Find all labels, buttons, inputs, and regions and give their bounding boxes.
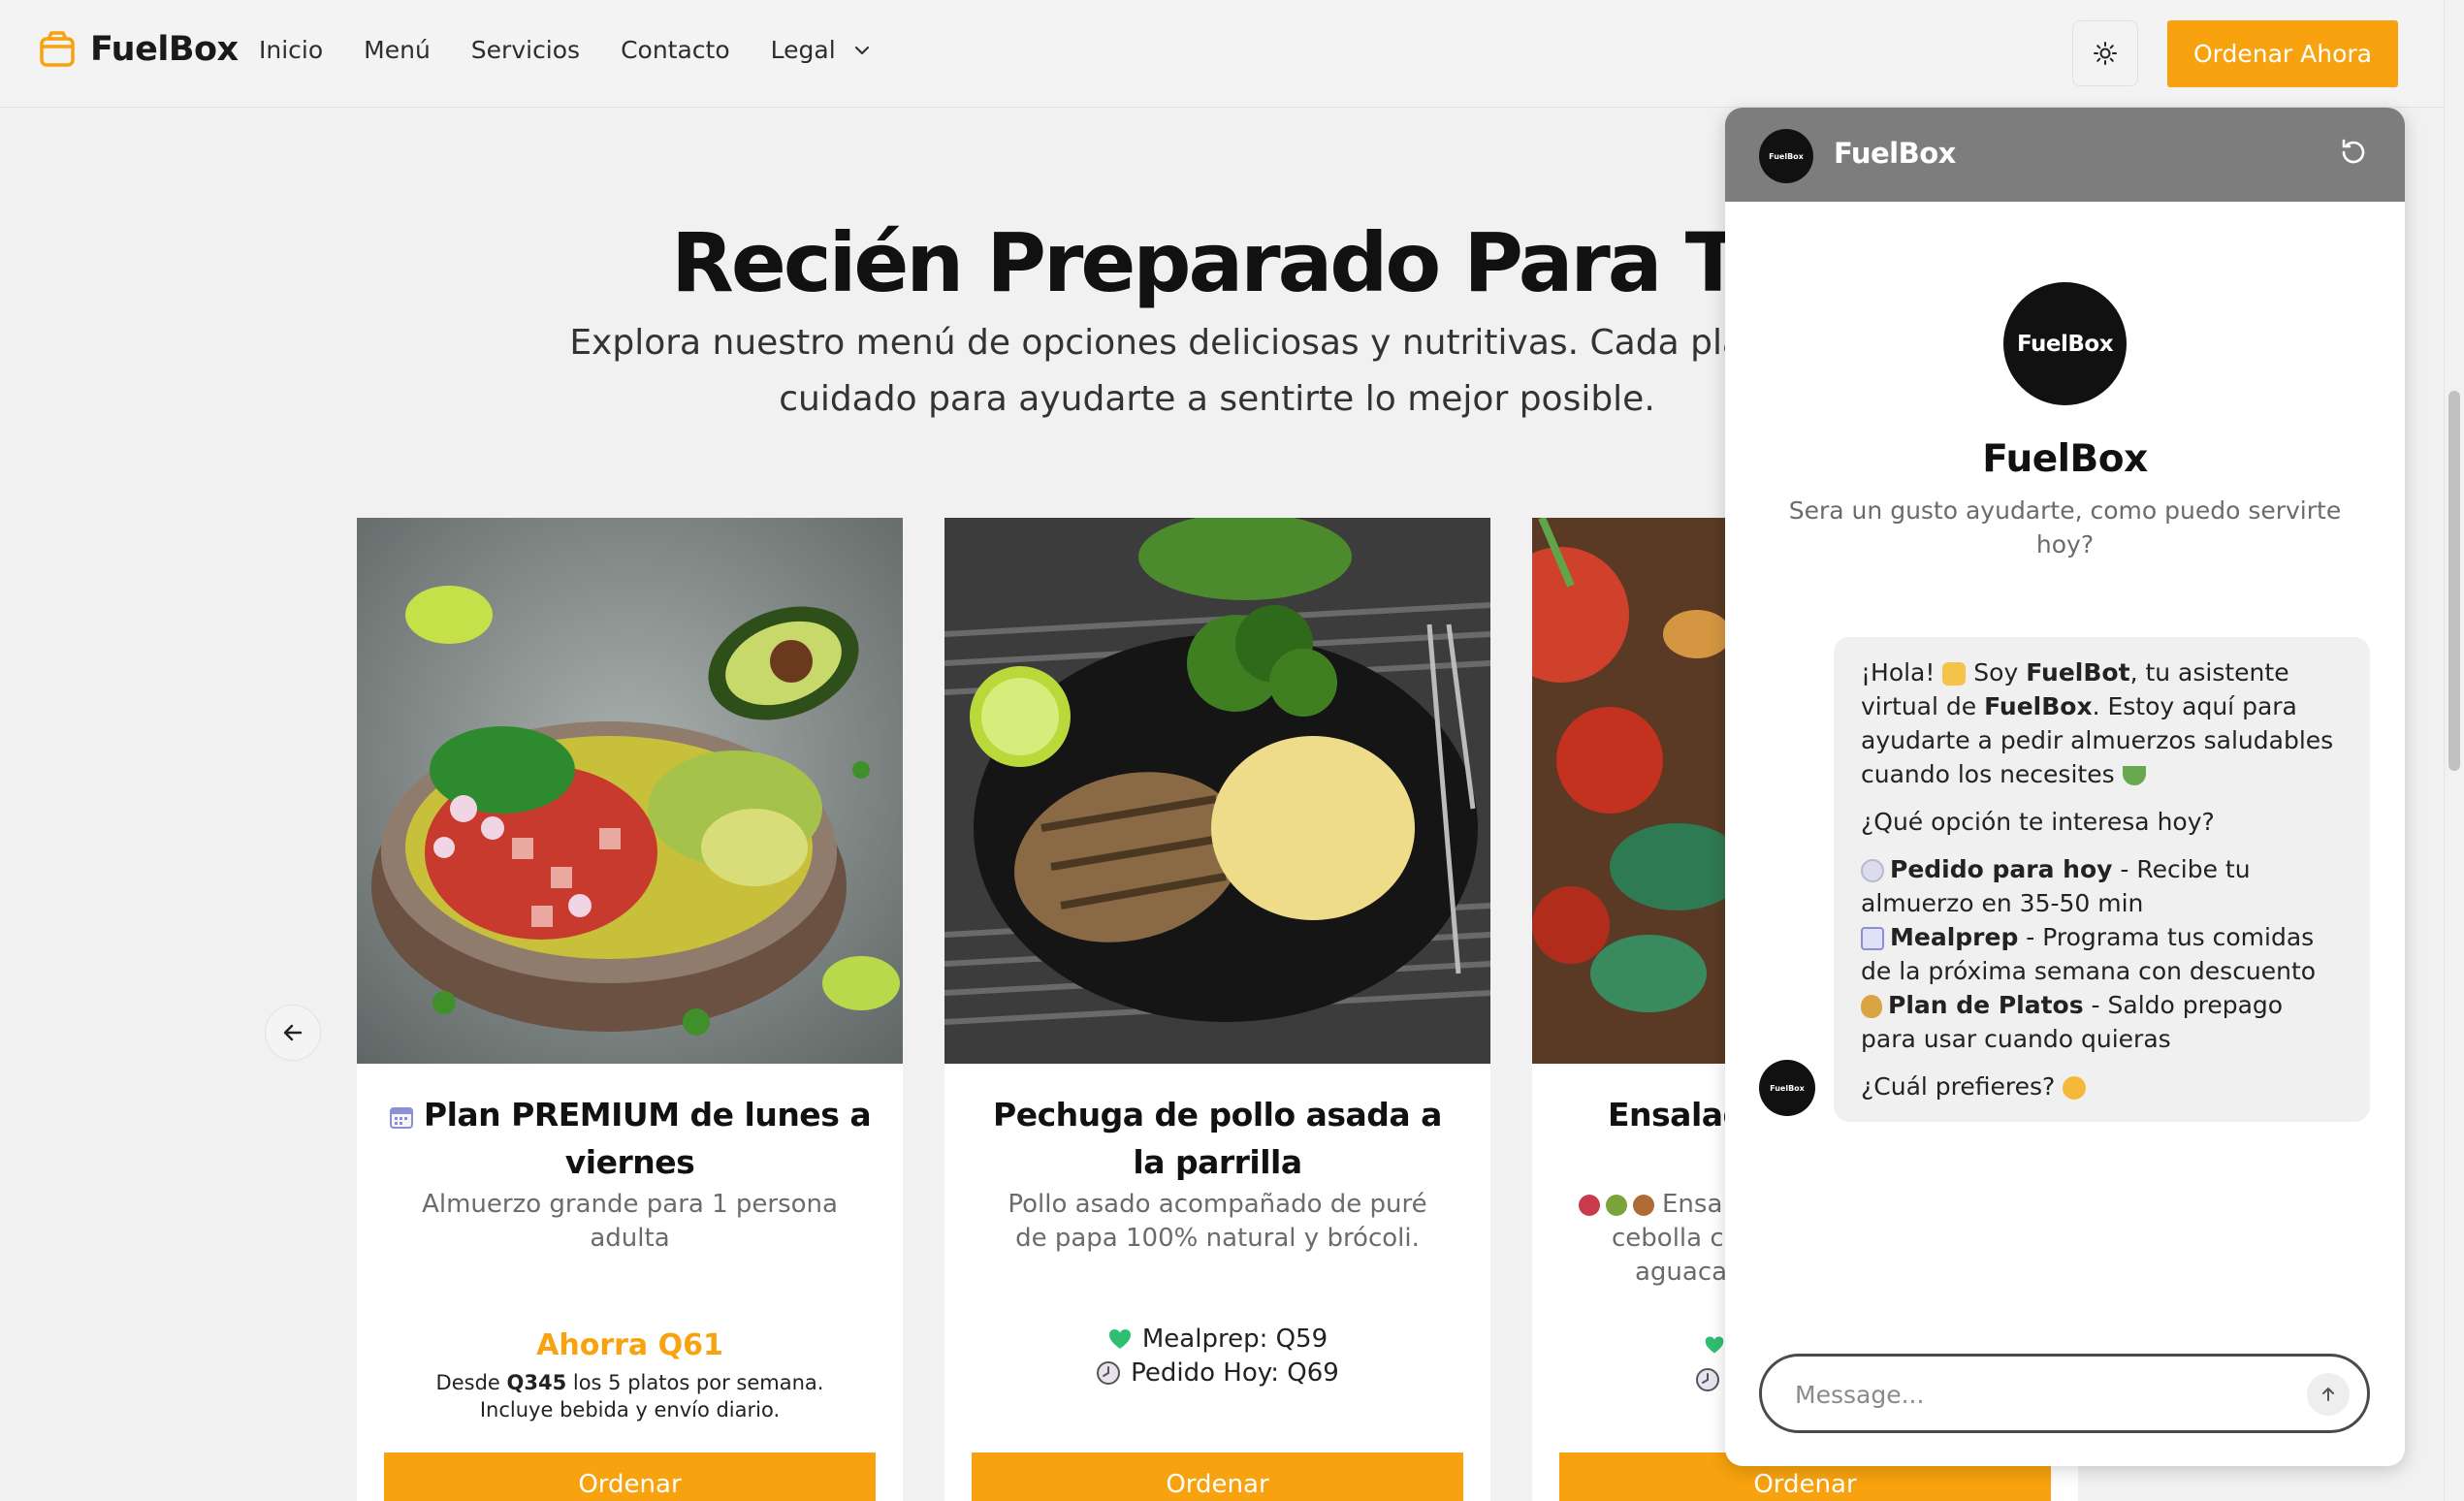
- smile-emoji-icon: [2063, 1076, 2087, 1100]
- card-title: Pechuga de pollo asada a la parrilla: [993, 1096, 1442, 1181]
- message-input[interactable]: [1795, 1376, 2280, 1413]
- plate-emoji-icon: [1861, 859, 1884, 882]
- nav-link-menu[interactable]: Menú: [364, 36, 431, 64]
- plan-detail-post: los 5 platos por semana.: [566, 1371, 824, 1394]
- card-description-line2: cebolla c: [1612, 1224, 1724, 1253]
- ceviche-bowl-image: [357, 518, 903, 1064]
- arrow-left-icon: [283, 1024, 303, 1041]
- card-image-ceviche-bowl[interactable]: [357, 518, 903, 1064]
- send-button[interactable]: [2307, 1373, 2350, 1416]
- price-mealprep: Mealprep: Q59: [944, 1325, 1490, 1354]
- message-avatar: FuelBox: [1759, 1060, 1815, 1116]
- scrollbar-thumb[interactable]: [2448, 391, 2460, 771]
- waving-hand-icon: [1942, 662, 1967, 686]
- bot-message-bubble: ¡Hola! Soy FuelBot, tu asistente virtual…: [1834, 637, 2370, 1122]
- money-bag-emoji-icon: [1861, 995, 1882, 1018]
- card-description: Almuerzo grande para 1 persona adulta: [422, 1190, 838, 1253]
- clock-icon: [1097, 1361, 1121, 1385]
- greet-text-b: Soy: [1966, 658, 2027, 687]
- nav-link-servicios[interactable]: Servicios: [471, 36, 580, 64]
- chat-widget: FuelBox FuelBox FuelBox FuelBox Sera un …: [1725, 108, 2405, 1466]
- calendar-icon: [389, 1106, 413, 1129]
- green-heart-icon: [1705, 1336, 1724, 1354]
- card-description: Ensa cebolla c aguaca: [1579, 1188, 1734, 1290]
- refresh-icon[interactable]: [2336, 135, 2371, 170]
- nav-link-inicio[interactable]: Inicio: [259, 36, 323, 64]
- avocado-emoji-icon: [1606, 1194, 1627, 1216]
- message-greeting: ¡Hola! Soy FuelBot, tu asistente virtual…: [1861, 655, 2343, 791]
- grilled-chicken-image: [944, 518, 1490, 1064]
- card-title-text: Plan PREMIUM de lunes a viernes: [423, 1096, 872, 1181]
- nav-link-legal[interactable]: Legal: [771, 36, 873, 64]
- message-option-today: Pedido para hoy - Recibe tu almuerzo en …: [1861, 852, 2343, 920]
- menu-card-grilled-chicken: Pechuga de pollo asada a la parrilla Pol…: [944, 518, 1490, 1501]
- nav-links: Inicio Menú Servicios Contacto Legal: [259, 36, 913, 64]
- plan-price: Q345: [506, 1371, 567, 1394]
- message-option-plan: Plan de Platos - Saldo prepago para usar…: [1861, 988, 2343, 1056]
- theme-toggle-button[interactable]: [2072, 20, 2138, 86]
- brand-name: FuelBox: [90, 30, 239, 69]
- calendar-emoji-icon: [1861, 927, 1884, 950]
- chevron-down-icon: [854, 46, 869, 54]
- clock-icon: [1696, 1368, 1719, 1391]
- message-closing: ¿Cuál prefieres?: [1861, 1070, 2343, 1103]
- option-today-title: Pedido para hoy: [1890, 855, 2113, 883]
- bot-tagline: Sera un gusto ayudarte, como puedo servi…: [1788, 496, 2342, 559]
- chat-input-box: [1759, 1354, 2370, 1433]
- chicken-leg-emoji-icon: [1633, 1194, 1654, 1216]
- card-title: Plan PREMIUM de lunes a viernes: [386, 1091, 874, 1186]
- plan-details: Desde Q345 los 5 platos por semana. Incl…: [396, 1369, 864, 1423]
- price-today-text: Pedido Hoy: Q69: [1131, 1358, 1339, 1388]
- card-description: Pollo asado acompañado de puré de papa 1…: [1008, 1190, 1427, 1253]
- greet-bot-name: FuelBot: [2026, 658, 2130, 687]
- top-navbar: FuelBox Inicio Menú Servicios Contacto L…: [0, 0, 2444, 108]
- price-today: Pedido Hoy: Q69: [944, 1358, 1490, 1388]
- sun-icon: [2094, 42, 2117, 65]
- nav-link-contacto[interactable]: Contacto: [621, 36, 730, 64]
- order-button[interactable]: Ordenar: [384, 1453, 876, 1501]
- message-option-mealprep: Mealprep - Programa tus comidas de la pr…: [1861, 920, 2343, 988]
- card-description-line3: aguaca: [1635, 1258, 1728, 1287]
- arrow-up-icon: [2322, 1388, 2334, 1401]
- bot-avatar-large: FuelBox: [2003, 282, 2127, 405]
- closing-text: ¿Cuál prefieres?: [1861, 1072, 2064, 1101]
- beet-emoji-icon: [1579, 1194, 1600, 1216]
- menu-card-premium-plan: Plan PREMIUM de lunes a viernes Almuerzo…: [357, 518, 903, 1501]
- greet-brand-name: FuelBox: [1984, 692, 2093, 720]
- card-image-grilled-chicken[interactable]: [944, 518, 1490, 1064]
- nav-link-legal-label: Legal: [770, 36, 836, 64]
- plan-detail-line2: Incluye bebida y envío diario.: [479, 1398, 781, 1421]
- page-scrollbar[interactable]: [2444, 0, 2464, 1501]
- carousel-prev-button[interactable]: [265, 1005, 321, 1061]
- greet-text-a: ¡Hola!: [1861, 658, 1943, 687]
- chat-header-title: FuelBox: [1834, 137, 1956, 170]
- option-mealprep-title: Mealprep: [1890, 923, 2019, 951]
- salad-emoji-icon: [2122, 766, 2146, 785]
- card-description-line1: Ensa: [1662, 1190, 1723, 1219]
- chat-header: FuelBox FuelBox: [1725, 108, 2405, 202]
- savings-label: Ahorra Q61: [536, 1328, 723, 1362]
- plan-detail-pre: Desde: [435, 1371, 507, 1394]
- green-heart-icon: [1108, 1329, 1131, 1349]
- chat-header-avatar: FuelBox: [1759, 129, 1813, 183]
- price-mealprep-text: Mealprep: Q59: [1141, 1325, 1328, 1354]
- option-plan-title: Plan de Platos: [1888, 991, 2084, 1019]
- bot-name: FuelBox: [1982, 437, 2148, 481]
- order-button[interactable]: Ordenar: [972, 1453, 1463, 1501]
- message-question: ¿Qué opción te interesa hoy?: [1861, 808, 2215, 836]
- box-logo-icon: [40, 31, 75, 67]
- brand-logo[interactable]: FuelBox: [38, 30, 239, 69]
- order-now-button[interactable]: Ordenar Ahora: [2167, 20, 2398, 87]
